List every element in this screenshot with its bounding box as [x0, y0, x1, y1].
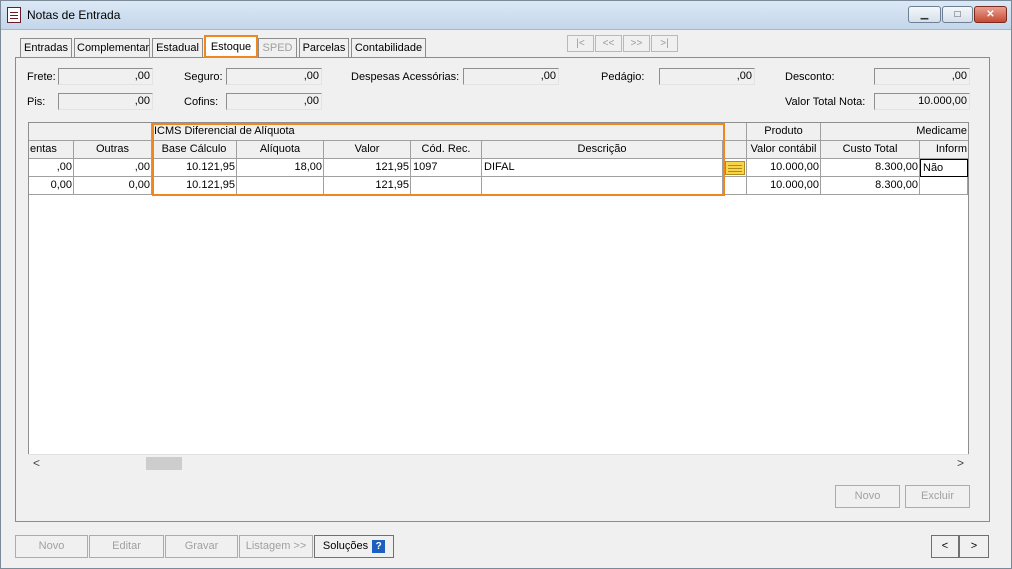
table-cell[interactable]: 121,95	[324, 159, 411, 177]
table-cell[interactable]	[237, 177, 324, 195]
group-header-medicamento: Medicame	[821, 123, 968, 141]
novo-button[interactable]: Novo	[15, 535, 88, 558]
scroll-right-icon[interactable]: >	[952, 455, 969, 472]
col-header-outras[interactable]: Outras	[74, 141, 152, 159]
col-header-base-calculo[interactable]: Base Cálculo	[152, 141, 237, 159]
pis-field[interactable]: ,00	[58, 93, 153, 110]
col-header-valor-contabil[interactable]: Valor contábil	[747, 141, 821, 159]
solucoes-label: Soluções	[322, 540, 369, 552]
valor-total-nota-label: Valor Total Nota:	[785, 96, 866, 108]
grid-horizontal-scrollbar[interactable]: < >	[28, 454, 969, 472]
col-header-isentas[interactable]: entas	[29, 141, 74, 159]
table-cell[interactable]	[723, 177, 747, 195]
cofins-label: Cofins:	[184, 96, 219, 108]
col-header-cod-rec[interactable]: Cód. Rec.	[411, 141, 482, 159]
table-cell[interactable]: Não	[920, 159, 968, 177]
table-cell[interactable]: 10.000,00	[747, 177, 821, 195]
group-header-blank	[29, 123, 152, 141]
table-cell[interactable]: 8.300,00	[821, 177, 920, 195]
calculator-icon[interactable]	[725, 161, 745, 175]
despesas-label: Despesas Acessórias:	[351, 71, 460, 83]
table-cell[interactable]: 10.121,95	[152, 159, 237, 177]
table-cell[interactable]: 10.000,00	[747, 159, 821, 177]
nav-first-button[interactable]: |<	[567, 35, 594, 52]
table-cell[interactable]: 8.300,00	[821, 159, 920, 177]
pedagio-field[interactable]: ,00	[659, 68, 755, 85]
pis-label: Pis:	[27, 96, 46, 108]
tab-estadual[interactable]: Estadual	[152, 38, 203, 57]
nav-next-button[interactable]: >>	[623, 35, 650, 52]
col-header-aliquota[interactable]: Alíquota	[237, 141, 324, 159]
col-header-inform[interactable]: Inform	[920, 141, 968, 159]
table-cell[interactable]: 1097	[411, 159, 482, 177]
table-cell[interactable]: 121,95	[324, 177, 411, 195]
table-cell[interactable]: DIFAL	[482, 159, 723, 177]
nav-last-button[interactable]: >|	[651, 35, 678, 52]
col-header-blank	[723, 141, 747, 159]
seguro-field[interactable]: ,00	[226, 68, 322, 85]
solucoes-button[interactable]: Soluções?	[314, 535, 394, 558]
table-cell[interactable]	[411, 177, 482, 195]
cofins-field[interactable]: ,00	[226, 93, 322, 110]
title-bar: Notas de Entrada ▁ □ ✕	[1, 1, 1011, 30]
prev-button[interactable]: <	[931, 535, 959, 558]
maximize-button[interactable]: □	[942, 6, 973, 23]
app-document-icon	[7, 7, 21, 23]
main-window: Notas de Entrada ▁ □ ✕ Entradas Compleme…	[0, 0, 1012, 569]
col-header-descricao[interactable]: Descrição	[482, 141, 723, 159]
table-cell[interactable]: 18,00	[237, 159, 324, 177]
next-button[interactable]: >	[959, 535, 989, 558]
grid-novo-button[interactable]: Novo	[835, 485, 900, 508]
listagem-button[interactable]: Listagem >>	[239, 535, 313, 558]
table-cell[interactable]: 0,00	[74, 177, 152, 195]
tab-parcelas[interactable]: Parcelas	[299, 38, 349, 57]
grid-excluir-button[interactable]: Excluir	[905, 485, 970, 508]
table-cell[interactable]: 10.121,95	[152, 177, 237, 195]
editar-button[interactable]: Editar	[89, 535, 164, 558]
despesas-field[interactable]: ,00	[463, 68, 559, 85]
col-header-custo-total[interactable]: Custo Total	[821, 141, 920, 159]
frete-field[interactable]: ,00	[58, 68, 153, 85]
table-cell[interactable]: ,00	[29, 159, 74, 177]
scroll-left-icon[interactable]: <	[28, 455, 45, 472]
minimize-button[interactable]: ▁	[908, 6, 941, 23]
col-header-valor[interactable]: Valor	[324, 141, 411, 159]
table-cell[interactable]	[482, 177, 723, 195]
nav-prev-button[interactable]: <<	[595, 35, 622, 52]
items-grid[interactable]: ICMS Diferencial de Alíquota Produto Med…	[28, 122, 969, 472]
scroll-thumb[interactable]	[146, 457, 182, 470]
tab-estoque[interactable]: Estoque	[204, 35, 258, 58]
seguro-label: Seguro:	[184, 71, 223, 83]
tab-contabilidade[interactable]: Contabilidade	[351, 38, 426, 57]
tab-complementar[interactable]: Complementar	[74, 38, 150, 57]
table-cell[interactable]: 0,00	[29, 177, 74, 195]
table-cell[interactable]: ,00	[74, 159, 152, 177]
window-title: Notas de Entrada	[27, 8, 121, 22]
table-cell[interactable]	[920, 177, 968, 195]
close-button[interactable]: ✕	[974, 6, 1007, 23]
help-icon: ?	[372, 539, 386, 553]
frete-label: Frete:	[27, 71, 56, 83]
valor-total-nota-field[interactable]: 10.000,00	[874, 93, 970, 110]
group-header-produto: Produto	[747, 123, 821, 141]
group-header-icms-dif: ICMS Diferencial de Alíquota	[152, 123, 747, 141]
desconto-label: Desconto:	[785, 71, 835, 83]
pedagio-label: Pedágio:	[601, 71, 645, 83]
gravar-button[interactable]: Gravar	[165, 535, 238, 558]
desconto-field[interactable]: ,00	[874, 68, 970, 85]
tab-entradas[interactable]: Entradas	[20, 38, 72, 57]
tab-sped: SPED	[258, 38, 297, 57]
